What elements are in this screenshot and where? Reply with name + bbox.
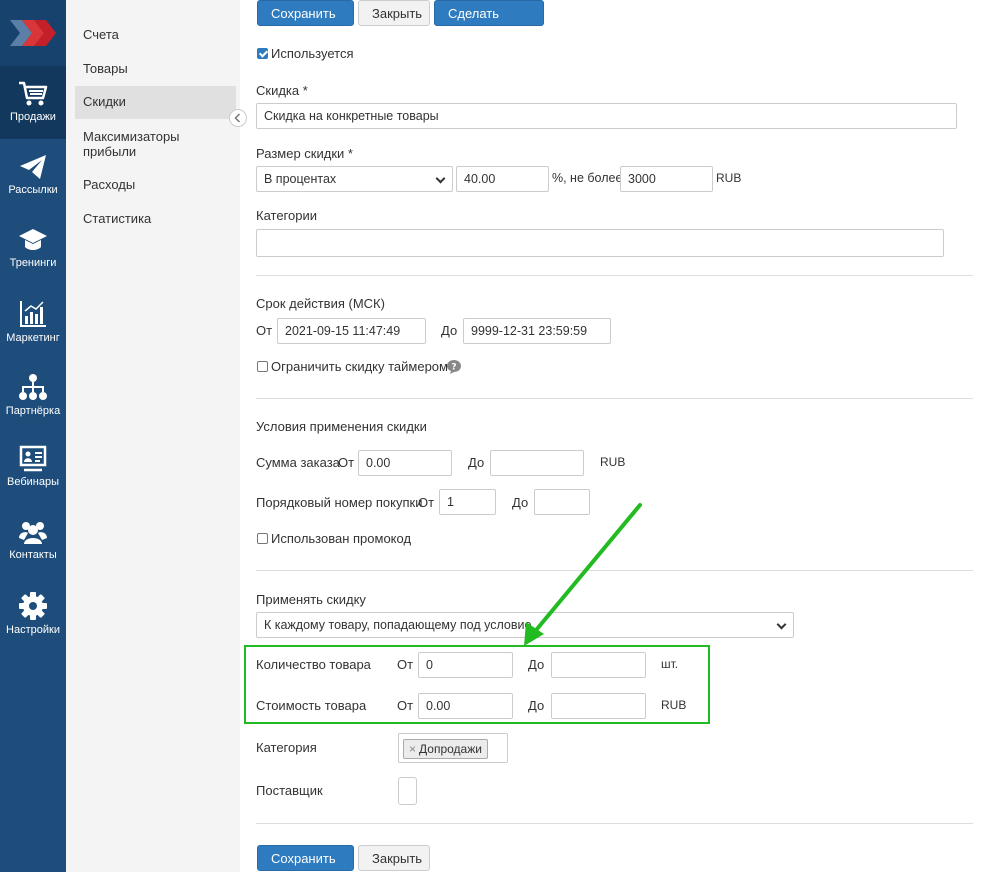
cost-from-label: От <box>397 698 414 713</box>
category-tag: × Допродажи <box>403 739 488 759</box>
nav-item-label: Маркетинг <box>6 332 60 344</box>
apply-label: Применять скидку <box>256 592 366 607</box>
order-sum-label: Сумма заказа <box>256 455 340 470</box>
chevron-left-icon <box>234 113 241 123</box>
category-multiselect[interactable]: × Допродажи <box>398 733 508 763</box>
cost-to-label: До <box>528 698 545 713</box>
subnav-item-profit-maximizers[interactable]: Максимизаторы прибыли <box>75 123 236 165</box>
categories-label: Категории <box>256 208 317 223</box>
copy-button[interactable]: Сделать копию <box>434 0 544 47</box>
valid-from-label: От <box>256 323 273 338</box>
collapse-sidebar-button[interactable] <box>229 109 247 127</box>
logo[interactable] <box>0 0 66 66</box>
valid-from-input[interactable]: 2021-09-15 11:47:49 <box>277 318 426 344</box>
order-sum-currency: RUB <box>600 455 626 469</box>
presentation-icon <box>19 445 47 472</box>
qty-from-label: От <box>397 657 414 672</box>
nav-item-trainings[interactable]: Тренинги <box>0 212 66 285</box>
purchase-no-from-input[interactable]: 1 <box>439 489 496 515</box>
graduation-cap-icon <box>19 229 47 250</box>
size-value-input[interactable]: 40.00 <box>456 166 549 192</box>
save-button[interactable]: Сохранить <box>257 0 354 26</box>
paper-plane-icon <box>20 155 46 179</box>
category-tag-label: Допродажи <box>419 742 482 756</box>
order-sum-from-label: От <box>338 455 355 470</box>
gear-icon <box>19 592 47 620</box>
nav-item-label: Вебинары <box>7 476 59 488</box>
nav-item-webinars[interactable]: Вебинары <box>0 431 66 504</box>
divider <box>256 398 973 399</box>
nav-item-partners[interactable]: Партнёрка <box>0 358 66 431</box>
cost-to-input[interactable] <box>551 693 646 719</box>
save-button-bottom[interactable]: Сохранить <box>257 845 354 871</box>
used-checkbox[interactable] <box>257 48 268 59</box>
not-more-label: %, не более <box>552 171 623 185</box>
cost-from-input[interactable]: 0.00 <box>418 693 513 719</box>
nav-item-label: Настройки <box>6 624 60 636</box>
purchase-no-label: Порядковый номер покупки <box>256 495 423 510</box>
timer-checkbox[interactable] <box>257 361 268 372</box>
qty-label: Количество товара <box>256 657 371 672</box>
cost-label: Стоимость товара <box>256 698 367 713</box>
cart-icon <box>19 81 48 106</box>
validity-label: Срок действия (МСК) <box>256 296 385 311</box>
divider <box>256 275 973 276</box>
subnav-item-statistics[interactable]: Статистика <box>75 205 236 232</box>
valid-to-label: До <box>441 323 458 338</box>
nav-item-contacts[interactable]: Контакты <box>0 504 66 577</box>
nav-item-sales[interactable]: Продажи <box>0 66 66 139</box>
order-sum-from-input[interactable]: 0.00 <box>358 450 452 476</box>
remove-tag-icon[interactable]: × <box>409 742 416 756</box>
qty-from-input[interactable]: 0 <box>418 652 513 678</box>
size-type-select[interactable]: В процентах <box>256 166 453 192</box>
supplier-label: Поставщик <box>256 783 323 798</box>
subnav-item-products[interactable]: Товары <box>75 55 236 82</box>
main-nav: Продажи Рассылки Тренинги Маркетинг Парт… <box>0 0 66 872</box>
nav-item-label: Продажи <box>10 111 56 123</box>
order-sum-to-input[interactable] <box>490 450 584 476</box>
promo-checkbox[interactable] <box>257 533 268 544</box>
network-icon <box>19 374 47 400</box>
currency-label: RUB <box>716 171 742 185</box>
nav-item-label: Рассылки <box>8 184 58 196</box>
supplier-select[interactable] <box>398 777 417 805</box>
max-value-input[interactable]: 3000 <box>620 166 713 192</box>
valid-to-input[interactable]: 9999-12-31 23:59:59 <box>463 318 611 344</box>
conditions-label: Условия применения скидки <box>256 419 427 434</box>
discount-label: Скидка * <box>256 83 308 98</box>
nav-item-label: Партнёрка <box>5 405 61 417</box>
cost-currency: RUB <box>661 698 687 712</box>
svg-text:?: ? <box>451 363 456 373</box>
nav-item-marketing[interactable]: Маркетинг <box>0 285 66 358</box>
used-label: Используется <box>271 46 354 61</box>
sub-nav: Счета Товары Скидки Максимизаторы прибыл… <box>66 0 240 872</box>
subnav-item-invoices[interactable]: Счета <box>75 21 236 48</box>
purchase-no-from-label: От <box>418 495 435 510</box>
nav-item-settings[interactable]: Настройки <box>0 577 66 650</box>
annotation-arrow-icon <box>524 503 642 646</box>
close-button[interactable]: Закрыть <box>358 0 430 26</box>
divider <box>256 823 973 824</box>
promo-label: Использован промокод <box>271 531 412 546</box>
nav-item-label: Контакты <box>9 549 57 561</box>
discount-name-input[interactable]: Скидка на конкретные товары <box>256 103 957 129</box>
nav-item-mailings[interactable]: Рассылки <box>0 139 66 212</box>
categories-input[interactable] <box>256 229 944 257</box>
help-icon[interactable]: ? <box>446 359 462 375</box>
subnav-item-discounts[interactable]: Скидки <box>75 86 236 119</box>
size-label: Размер скидки * <box>256 146 353 161</box>
order-sum-to-label: До <box>468 455 485 470</box>
timer-label: Ограничить скидку таймером <box>271 359 448 374</box>
category-label: Категория <box>256 740 317 755</box>
qty-unit-label: шт. <box>661 657 679 671</box>
subnav-item-expenses[interactable]: Расходы <box>75 171 236 198</box>
bar-chart-icon <box>20 301 46 327</box>
nav-item-label: Тренинги <box>9 257 57 269</box>
discount-form: Сохранить Закрыть Сделать копию Использу… <box>240 0 1000 872</box>
close-button-bottom[interactable]: Закрыть <box>358 845 430 871</box>
users-icon <box>19 522 47 544</box>
logo-chevrons-icon <box>10 20 56 46</box>
